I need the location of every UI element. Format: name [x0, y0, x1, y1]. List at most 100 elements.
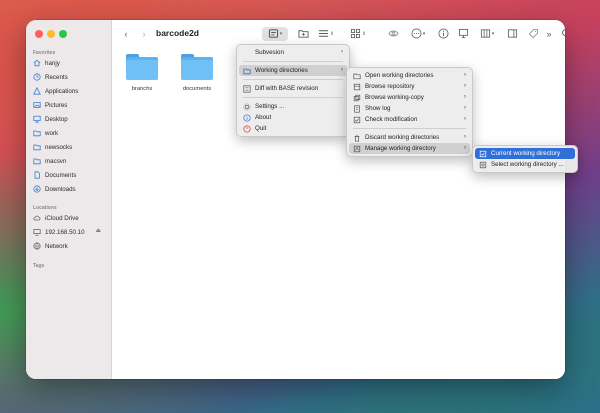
- menu-item-label: Manage working directory: [365, 145, 436, 152]
- document-icon: [33, 171, 41, 179]
- chevron-left-icon: ‹: [124, 29, 128, 39]
- menu-item-discard-working-directories[interactable]: Discard working directories ›: [349, 132, 470, 143]
- sidebar-item-hanjy[interactable]: hanjy: [33, 58, 107, 68]
- menu-separator: [243, 97, 343, 98]
- sidebar-item-icloud-drive[interactable]: iCloud Drive: [33, 213, 107, 223]
- file-item-branchs[interactable]: branchs: [122, 54, 162, 92]
- tag-button[interactable]: [526, 27, 540, 41]
- sidebar-item-recents[interactable]: Recents: [33, 72, 107, 82]
- sidebar-item-label: iCloud Drive: [45, 214, 79, 222]
- menu-item-label: About: [255, 114, 272, 121]
- info-icon: [438, 28, 449, 41]
- folder-icon: [181, 54, 213, 80]
- menu-item-subversion[interactable]: Subvesion ›: [239, 47, 347, 58]
- cloud-icon: [33, 214, 41, 222]
- sidebar-item-desktop[interactable]: Desktop: [33, 114, 107, 124]
- menu-item-diff-base[interactable]: Diff with BASE revision: [239, 83, 347, 94]
- quick-look-button[interactable]: [386, 27, 400, 41]
- sidebar-item-work[interactable]: work: [33, 128, 107, 138]
- chevron-right-icon: ›: [341, 49, 343, 55]
- menu-item-about[interactable]: About: [239, 112, 347, 123]
- folder-icon: [33, 143, 41, 151]
- forward-button[interactable]: ›: [138, 27, 150, 41]
- group-button[interactable]: ⇕: [348, 27, 368, 41]
- menu-separator: [243, 79, 343, 80]
- sidebar-item-label: Network: [45, 242, 68, 250]
- sidebar: Favorites hanjy Recents Applications Pic…: [26, 20, 112, 379]
- list-view-button[interactable]: ⇕: [316, 27, 336, 41]
- eject-icon[interactable]: ⏏: [96, 228, 101, 234]
- menu-item-label: Working directories: [255, 67, 308, 74]
- desktop-icon: [33, 115, 41, 123]
- grid-dots-icon: [480, 28, 491, 41]
- menu-item-open-working-directories[interactable]: Open working directories ›: [349, 70, 470, 81]
- back-button[interactable]: ‹: [120, 27, 132, 41]
- repository-icon: [353, 83, 361, 91]
- zoom-window-button[interactable]: [59, 30, 67, 38]
- download-icon: [33, 185, 41, 193]
- chevron-right-icon: ›: [464, 116, 466, 122]
- sidebar-item-pictures[interactable]: Pictures: [33, 100, 107, 110]
- sidebar-item-label: hanjy: [45, 59, 60, 67]
- menu-item-current-working-directory[interactable]: Current working directory: [475, 148, 575, 159]
- svn-icon: [268, 28, 279, 41]
- sidebar-icon: [507, 28, 518, 41]
- sidebar-item-label: Documents: [45, 171, 77, 179]
- trash-icon: [353, 134, 361, 142]
- folder-icon: [126, 54, 158, 80]
- server-icon: [33, 228, 41, 236]
- list-icon: [318, 28, 329, 41]
- menu-item-browse-repository[interactable]: Browse repository ›: [349, 81, 470, 92]
- more-toolbar-button[interactable]: »: [544, 27, 554, 41]
- menu-item-settings[interactable]: Settings ...: [239, 101, 347, 112]
- menu-item-check-modification[interactable]: Check modification ›: [349, 114, 470, 125]
- clock-icon: [33, 73, 41, 81]
- sidebar-item-newsocks[interactable]: newsocks: [33, 142, 107, 152]
- file-item-documents[interactable]: documents: [177, 54, 217, 92]
- sidebar-item-server[interactable]: 192.168.50.10 ⏏: [33, 227, 107, 237]
- new-folder-button[interactable]: [296, 27, 310, 41]
- sidebar-item-label: Applications: [45, 87, 79, 95]
- sidebar-item-label: Pictures: [45, 101, 68, 109]
- chevron-right-icon: ›: [464, 134, 466, 140]
- menu-separator: [243, 61, 343, 62]
- folder-sync-icon: [243, 67, 251, 75]
- folder-select-icon: [479, 161, 487, 169]
- menu-item-show-log[interactable]: Show log ›: [349, 103, 470, 114]
- menu-item-label: Discard working directories: [365, 134, 440, 141]
- sidebar-item-macsvn[interactable]: macsvn: [33, 156, 107, 166]
- sidebar-item-label: work: [45, 129, 59, 137]
- working-directories-submenu: Open working directories › Browse reposi…: [346, 67, 473, 157]
- chevron-right-icon: ›: [142, 29, 146, 39]
- new-folder-icon: [297, 28, 309, 41]
- minimize-window-button[interactable]: [47, 30, 55, 38]
- log-icon: [353, 104, 361, 113]
- applications-icon: [33, 87, 41, 95]
- sidebar-item-label: 192.168.50.10: [45, 228, 85, 236]
- chevron-down-icon: ▾: [491, 31, 495, 37]
- sidebar-item-network[interactable]: Network: [33, 241, 107, 251]
- sidebar-toggle-button[interactable]: [505, 27, 519, 41]
- menu-item-label: Browse repository: [365, 83, 415, 90]
- search-button[interactable]: [559, 27, 565, 41]
- view-options-button[interactable]: ▾: [476, 27, 498, 41]
- chevron-right-icon: ›: [464, 72, 466, 78]
- sidebar-item-documents[interactable]: Documents: [33, 170, 107, 180]
- menu-item-manage-working-directory[interactable]: Manage working directory ›: [349, 143, 470, 154]
- connect-server-button[interactable]: [456, 27, 470, 41]
- menu-item-select-working-directory[interactable]: Select working directory ...: [475, 159, 575, 170]
- double-chevron-right-icon: »: [546, 29, 552, 39]
- diff-icon: [243, 84, 251, 93]
- sidebar-item-label: Desktop: [45, 115, 68, 123]
- sidebar-item-downloads[interactable]: Downloads: [33, 184, 107, 194]
- menu-item-label: Open working directories: [365, 72, 434, 79]
- get-info-button[interactable]: [436, 27, 450, 41]
- menu-item-browse-working-copy[interactable]: Browse working-copy ›: [349, 92, 470, 103]
- file-name: documents: [182, 86, 212, 92]
- action-menu-button[interactable]: ▾: [408, 27, 428, 41]
- close-window-button[interactable]: [35, 30, 43, 38]
- menu-item-working-directories[interactable]: Working directories ›: [239, 65, 347, 76]
- menu-item-quit[interactable]: Quit: [239, 123, 347, 134]
- sidebar-item-applications[interactable]: Applications: [33, 86, 107, 96]
- svn-extension-button[interactable]: ▾: [262, 27, 288, 41]
